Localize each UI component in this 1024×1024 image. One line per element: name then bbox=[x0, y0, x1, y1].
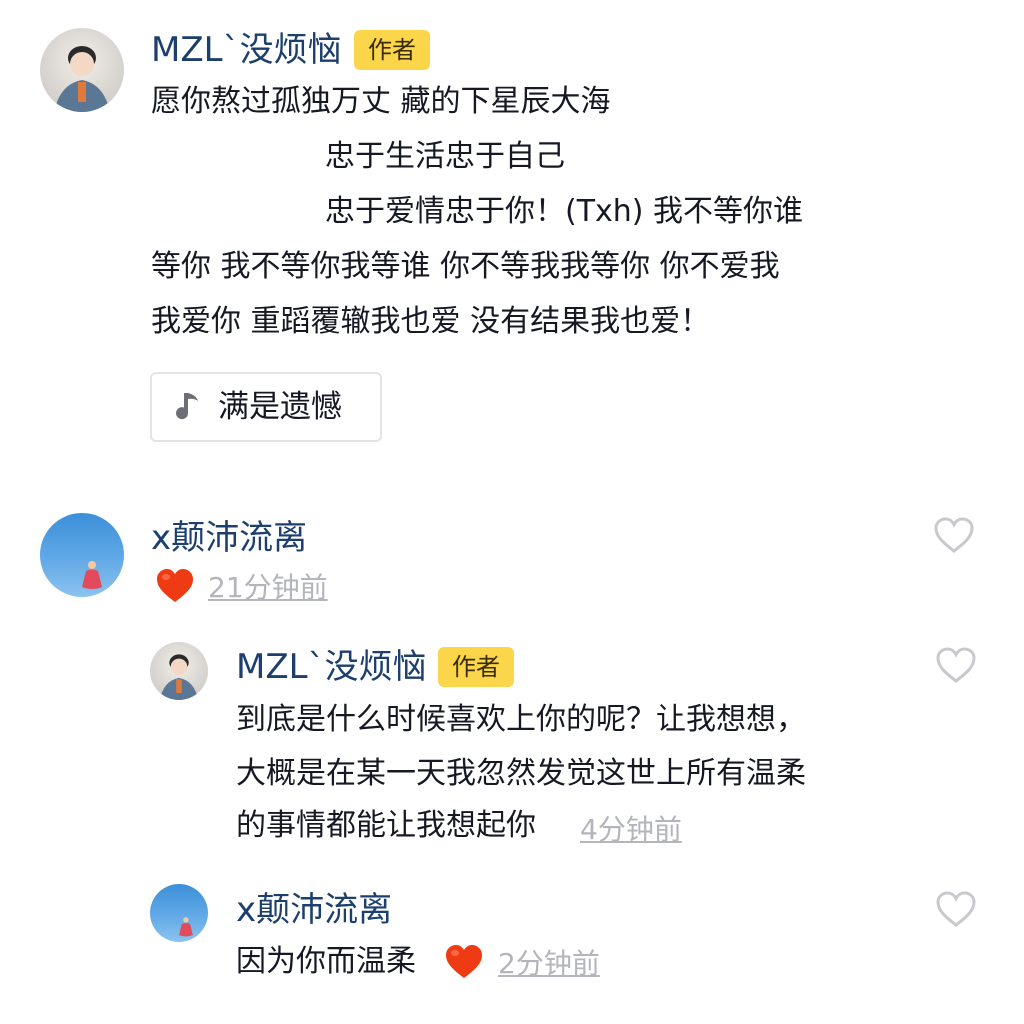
comment-text-line: 等你 我不等你我等谁 你不等我我等你 你不爱我 bbox=[151, 249, 780, 284]
reply-timestamp: 2分钟前 bbox=[498, 947, 600, 980]
reply-text-line: 因为你而温柔 bbox=[236, 944, 416, 979]
like-heart-icon[interactable] bbox=[933, 516, 975, 554]
comment-text-line: 忠于爱情忠于你！(Txh) 我不等你谁 bbox=[325, 194, 804, 229]
commenter-username[interactable]: x颠沛流离 bbox=[151, 516, 307, 560]
music-note-icon bbox=[172, 390, 202, 424]
like-heart-icon[interactable] bbox=[935, 890, 977, 928]
red-heart-emoji bbox=[157, 569, 193, 602]
avatar[interactable] bbox=[150, 884, 208, 942]
avatar[interactable] bbox=[150, 642, 208, 700]
comment-text-line: 忠于生活忠于自己 bbox=[325, 139, 565, 174]
red-heart-emoji bbox=[446, 945, 482, 978]
reply-author-badge: 作者 bbox=[438, 647, 514, 687]
avatar[interactable] bbox=[40, 28, 124, 112]
avatar-sky-image bbox=[82, 561, 102, 589]
avatar-boy-image bbox=[54, 46, 110, 112]
avatar-sky-image bbox=[179, 917, 193, 937]
reply-timestamp: 4分钟前 bbox=[580, 813, 682, 846]
reply-text-line: 到底是什么时候喜欢上你的呢？让我想想， bbox=[236, 702, 806, 737]
reply-text-line: 的事情都能让我想起你 bbox=[236, 808, 536, 843]
author-username[interactable]: MZL`没烦恼 bbox=[151, 28, 342, 72]
avatar[interactable] bbox=[40, 513, 124, 597]
comment-text-line: 我爱你 重蹈覆辙我也爱 没有结果我也爱！ bbox=[151, 304, 711, 339]
reply-author-username[interactable]: MZL`没烦恼 bbox=[236, 645, 427, 689]
comment-timestamp: 21分钟前 bbox=[208, 571, 328, 604]
music-title: 满是遗憾 bbox=[218, 389, 342, 425]
author-badge: 作者 bbox=[354, 30, 430, 70]
reply-username[interactable]: x颠沛流离 bbox=[236, 888, 392, 932]
avatar-boy-image bbox=[159, 654, 199, 700]
like-heart-icon[interactable] bbox=[935, 646, 977, 684]
comment-text-line: 愿你熬过孤独万丈 藏的下星辰大海 bbox=[151, 84, 611, 119]
music-card[interactable]: 满是遗憾 bbox=[150, 372, 382, 442]
reply-text-line: 大概是在某一天我忽然发觉这世上所有温柔 bbox=[236, 756, 806, 791]
